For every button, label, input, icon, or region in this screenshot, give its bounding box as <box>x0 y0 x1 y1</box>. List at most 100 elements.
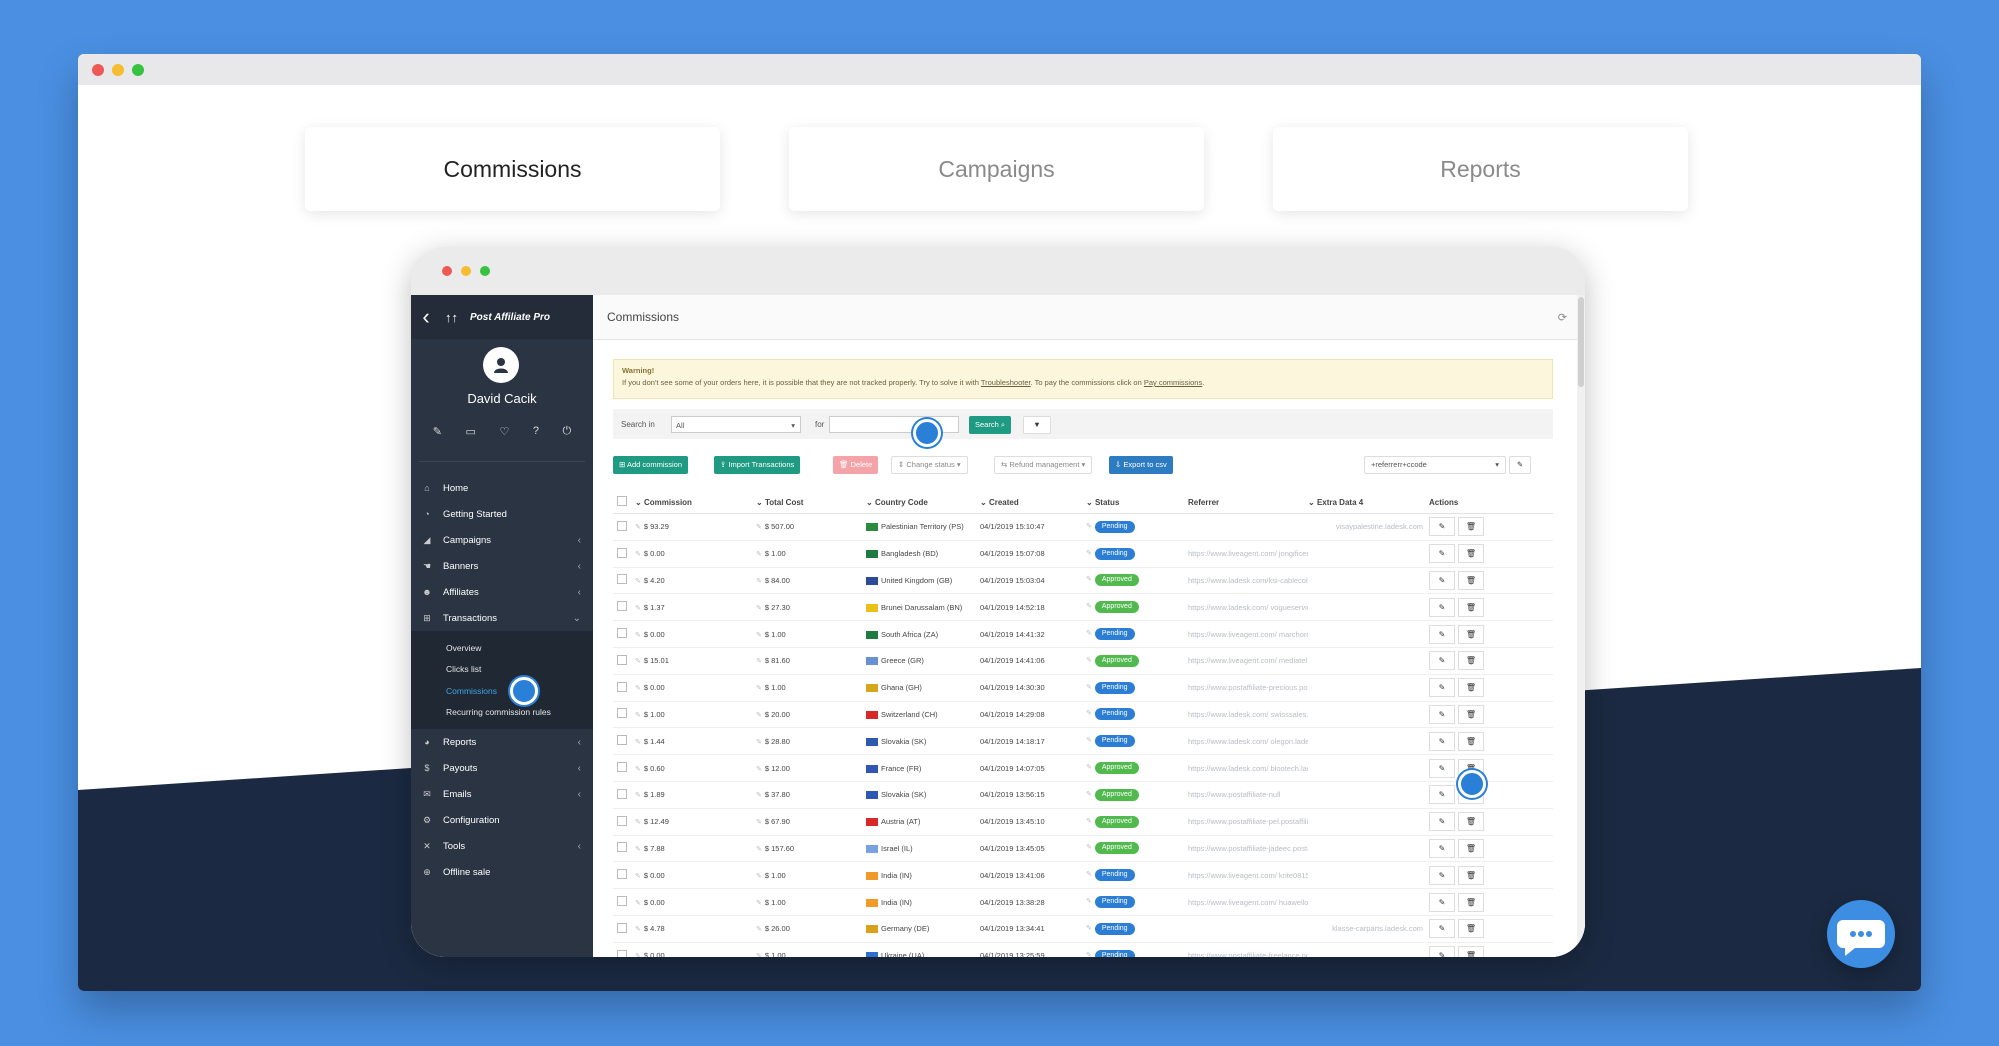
total-cost-cell[interactable]: ✎ $ 84.00 <box>750 576 866 585</box>
col-commission[interactable]: ⌄ Commission <box>631 498 750 507</box>
pay-commissions-link[interactable]: Pay commissions <box>1144 378 1202 387</box>
edit-button[interactable]: ✎ <box>1429 838 1455 858</box>
minimize-dot[interactable] <box>112 64 124 76</box>
commission-cell[interactable]: ✎ $ 1.00 <box>631 710 750 719</box>
submenu-commissions[interactable]: Commissions <box>411 680 593 702</box>
commission-cell[interactable]: ✎ $ 1.44 <box>631 737 750 746</box>
close-dot[interactable] <box>92 64 104 76</box>
status-cell[interactable]: ✎ Approved <box>1086 815 1188 828</box>
monitor-icon[interactable]: ▭ <box>466 425 476 438</box>
delete-row-button[interactable]: 🗑 <box>1458 597 1484 617</box>
tab-campaigns[interactable]: Campaigns <box>789 127 1204 211</box>
change-status-dropdown[interactable]: ⇕ Change status ▾ <box>891 456 968 474</box>
row-checkbox[interactable] <box>617 842 631 854</box>
app-close-dot[interactable] <box>442 266 452 276</box>
vertical-scrollbar[interactable] <box>1577 295 1585 957</box>
status-cell[interactable]: ✎ Pending <box>1086 869 1188 882</box>
column-edit-button[interactable]: ✎ <box>1509 456 1531 474</box>
delete-row-button[interactable]: 🗑 <box>1458 570 1484 590</box>
edit-button[interactable]: ✎ <box>1429 731 1455 751</box>
col-status[interactable]: ⌄ Status <box>1086 498 1188 507</box>
commission-cell[interactable]: ✎ $ 0.00 <box>631 630 750 639</box>
row-checkbox[interactable] <box>617 869 631 881</box>
row-checkbox[interactable] <box>617 788 631 801</box>
filter-button[interactable]: ▼ <box>1023 416 1051 434</box>
row-checkbox[interactable] <box>617 762 631 774</box>
total-cost-cell[interactable]: ✎ $ 1.00 <box>750 871 866 880</box>
submenu-overview[interactable]: Overview <box>411 637 593 659</box>
total-cost-cell[interactable]: ✎ $ 12.00 <box>750 764 866 773</box>
row-checkbox[interactable] <box>617 654 631 667</box>
status-cell[interactable]: ✎ Pending <box>1086 735 1188 748</box>
delete-row-button[interactable]: 🗑 <box>1458 651 1484 671</box>
app-minimize-dot[interactable] <box>461 266 471 276</box>
delete-row-button[interactable]: 🗑 <box>1458 731 1484 751</box>
total-cost-cell[interactable]: ✎ $ 1.00 <box>750 630 866 639</box>
total-cost-cell[interactable]: ✎ $ 26.00 <box>750 924 866 933</box>
commission-cell[interactable]: ✎ $ 1.89 <box>631 790 750 799</box>
total-cost-cell[interactable]: ✎ $ 1.00 <box>750 898 866 907</box>
row-checkbox[interactable] <box>617 601 631 613</box>
total-cost-cell[interactable]: ✎ $ 1.00 <box>750 951 866 957</box>
sidebar-item-reports[interactable]: ◕ Reports ‹ <box>411 729 593 755</box>
total-cost-cell[interactable]: ✎ $ 507.00 <box>750 522 866 531</box>
edit-button[interactable]: ✎ <box>1429 570 1455 590</box>
status-cell[interactable]: ✎ Approved <box>1086 601 1188 614</box>
status-cell[interactable]: ✎ Pending <box>1086 896 1188 909</box>
delete-row-button[interactable]: 🗑 <box>1458 544 1484 564</box>
status-cell[interactable]: ✎ Approved <box>1086 762 1188 775</box>
delete-row-button[interactable]: 🗑 <box>1458 865 1484 885</box>
import-transactions-button[interactable]: ⇪ Import Transactions <box>714 456 801 474</box>
commission-cell[interactable]: ✎ $ 1.37 <box>631 603 750 612</box>
search-button[interactable]: Search ⌕ <box>969 416 1012 434</box>
troubleshooter-link[interactable]: Troubleshooter <box>981 378 1031 387</box>
row-checkbox[interactable] <box>617 574 631 586</box>
col-total-cost[interactable]: ⌄ Total Cost <box>750 498 866 507</box>
export-csv-button[interactable]: ⇩ Export to csv <box>1109 456 1173 474</box>
sidebar-item-banners[interactable]: ☚ Banners ‹ <box>411 553 593 579</box>
pencil-icon[interactable]: ✎ <box>433 425 442 438</box>
total-cost-cell[interactable]: ✎ $ 37.80 <box>750 790 866 799</box>
tab-reports[interactable]: Reports <box>1273 127 1688 211</box>
commission-cell[interactable]: ✎ $ 93.29 <box>631 522 750 531</box>
delete-row-button[interactable]: 🗑 <box>1458 919 1484 939</box>
refund-management-dropdown[interactable]: ⇆ Refund management ▾ <box>994 456 1093 474</box>
row-checkbox[interactable] <box>617 815 631 828</box>
sidebar-item-tools[interactable]: ✕ Tools ‹ <box>411 833 593 859</box>
refresh-icon[interactable]: ⟳ <box>1558 311 1567 324</box>
status-cell[interactable]: ✎ Approved <box>1086 574 1188 587</box>
sidebar-item-configuration[interactable]: ⚙ Configuration <box>411 807 593 833</box>
sidebar-item-affiliates[interactable]: ☻ Affiliates ‹ <box>411 579 593 605</box>
edit-button[interactable]: ✎ <box>1429 865 1455 885</box>
status-cell[interactable]: ✎ Pending <box>1086 520 1188 533</box>
row-checkbox[interactable] <box>617 681 631 694</box>
col-created[interactable]: ⌄ Created <box>980 498 1086 507</box>
total-cost-cell[interactable]: ✎ $ 28.80 <box>750 737 866 746</box>
edit-button[interactable]: ✎ <box>1429 919 1455 939</box>
total-cost-cell[interactable]: ✎ $ 157.60 <box>750 844 866 853</box>
col-referrer[interactable]: Referrer <box>1188 498 1308 507</box>
commission-cell[interactable]: ✎ $ 15.01 <box>631 656 750 665</box>
edit-button[interactable]: ✎ <box>1429 517 1455 537</box>
edit-button[interactable]: ✎ <box>1429 544 1455 564</box>
status-cell[interactable]: ✎ Approved <box>1086 654 1188 667</box>
delete-row-button[interactable]: 🗑 <box>1458 624 1484 644</box>
submenu-recurring-commission-rules[interactable]: Recurring commission rules <box>411 702 593 724</box>
status-cell[interactable]: ✎ Pending <box>1086 922 1188 935</box>
edit-button[interactable]: ✎ <box>1429 946 1455 957</box>
sidebar-item-home[interactable]: ⌂ Home <box>411 475 593 501</box>
commission-cell[interactable]: ✎ $ 0.60 <box>631 764 750 773</box>
commission-cell[interactable]: ✎ $ 0.00 <box>631 683 750 692</box>
app-maximize-dot[interactable] <box>480 266 490 276</box>
row-checkbox[interactable] <box>617 628 631 640</box>
avatar[interactable] <box>483 347 519 383</box>
sidebar-item-offline-sale[interactable]: ⊕ Offline sale <box>411 859 593 885</box>
delete-row-button[interactable]: 🗑 <box>1458 812 1484 832</box>
edit-button[interactable]: ✎ <box>1429 785 1455 805</box>
sidebar-item-campaigns[interactable]: ◢ Campaigns ‹ <box>411 527 593 553</box>
total-cost-cell[interactable]: ✎ $ 1.00 <box>750 683 866 692</box>
power-icon[interactable]: ⏻ <box>563 425 572 438</box>
delete-row-button[interactable]: 🗑 <box>1458 946 1484 957</box>
heart-icon[interactable]: ♡ <box>499 425 509 438</box>
sidebar-item-emails[interactable]: ✉ Emails ‹ <box>411 781 593 807</box>
